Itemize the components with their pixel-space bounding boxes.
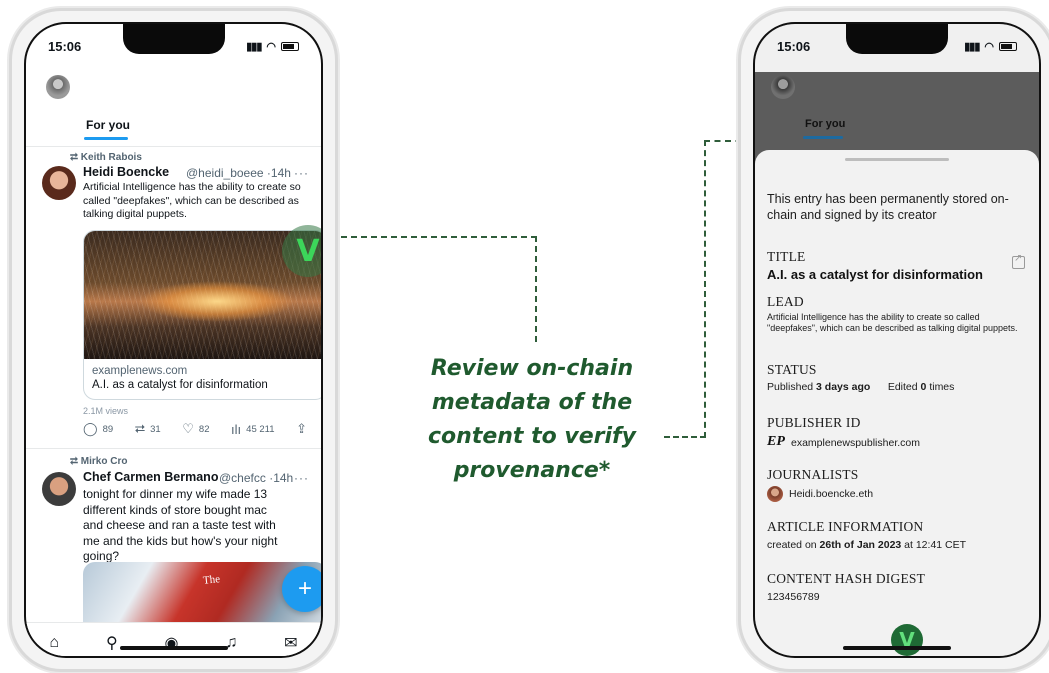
- profile-avatar[interactable]: [771, 75, 795, 99]
- retweet-button[interactable]: ⮂ 31: [135, 421, 161, 437]
- hash-value: 123456789: [767, 591, 820, 603]
- dimmed-feed: [755, 72, 1039, 156]
- avatar[interactable]: [42, 472, 76, 506]
- left-phone: 15:06 ▮▮▮ ◠ For you ⮂ Keith Rabois Heidi…: [9, 8, 338, 672]
- author-handle: @heidi_boeee ·14h: [186, 166, 291, 180]
- edit-count: 0: [920, 381, 927, 393]
- tweet-text: Artificial Intelligence has the ability …: [83, 181, 301, 220]
- publisher-value[interactable]: examplenewspublisher.com: [791, 437, 920, 449]
- left-phone-screen: 15:06 ▮▮▮ ◠ For you ⮂ Keith Rabois Heidi…: [24, 22, 323, 658]
- image-text: The: [202, 573, 221, 587]
- notch: [846, 24, 948, 54]
- published-ago: 3 days ago: [816, 381, 871, 393]
- views-count: 2.1M views: [83, 406, 129, 416]
- journalist-avatar: [767, 486, 783, 502]
- tweet-text: tonight for dinner my wife made 13 diffe…: [83, 487, 278, 563]
- compose-button[interactable]: +: [282, 566, 321, 612]
- signal-icon: ▮▮▮: [964, 40, 980, 53]
- analytics-icon: ılı: [231, 421, 242, 437]
- publisher-logo: EP: [767, 434, 785, 449]
- share-button[interactable]: ⇪: [296, 421, 307, 437]
- author-name[interactable]: Chef Carmen Bermano: [83, 470, 218, 484]
- home-indicator: [843, 646, 951, 650]
- battery-icon: [999, 41, 1017, 51]
- tab-indicator: [84, 137, 128, 140]
- connector-line: [341, 236, 537, 238]
- article-date: 26th of Jan 2023: [819, 539, 902, 551]
- reply-icon: ◯: [83, 421, 98, 436]
- title-label: TITLE: [767, 249, 806, 264]
- home-indicator: [119, 646, 228, 650]
- sheet-grabber[interactable]: [845, 158, 949, 161]
- mail-icon[interactable]: ✉: [284, 633, 297, 653]
- profile-avatar[interactable]: [46, 75, 70, 99]
- journalists-label: JOURNALISTS: [767, 467, 859, 482]
- checkmark-icon: V: [296, 233, 320, 269]
- more-icon[interactable]: ···: [294, 166, 309, 180]
- status-label: STATUS: [767, 362, 817, 377]
- notch: [122, 24, 225, 54]
- connector-line: [704, 140, 706, 438]
- tab-for-you[interactable]: For you: [86, 118, 130, 132]
- article-info-label: ARTICLE INFORMATION: [767, 519, 924, 534]
- retweet-indicator: ⮂ Mirko Cro: [70, 456, 128, 467]
- connector-line: [664, 436, 706, 438]
- external-link-icon[interactable]: [1012, 253, 1025, 269]
- article-info-value: created on 26th of Jan 2023 at 12:41 CET: [767, 539, 967, 551]
- sheet-intro: This entry has been permanently stored o…: [767, 192, 1009, 222]
- more-icon[interactable]: ···: [294, 471, 309, 485]
- wifi-icon: ◠: [984, 40, 994, 53]
- views-button[interactable]: ılı 45 211: [231, 421, 274, 437]
- author-handle: @chefcc ·14h: [219, 471, 294, 485]
- bottom-nav: ⌂ ⚲ ◉ ♫ ✉: [26, 622, 321, 656]
- card-title: A.I. as a catalyst for disinformation: [92, 379, 268, 391]
- home-icon[interactable]: ⌂: [49, 634, 59, 652]
- connector-line: [535, 236, 537, 342]
- author-name[interactable]: Heidi Boencke: [83, 165, 169, 179]
- status-icons: ▮▮▮ ◠: [246, 40, 299, 53]
- share-icon: ⇪: [296, 421, 307, 436]
- divider: [26, 146, 321, 147]
- avatar[interactable]: [42, 166, 76, 200]
- battery-icon: [281, 41, 299, 51]
- caption: Review on-chain metadata of the content …: [428, 356, 636, 483]
- tweet-actions: ◯ 89 ⮂ 31 ♡ 82 ılı 45 211 ⇪: [83, 421, 307, 437]
- journalist-value[interactable]: Heidi.boencke.eth: [789, 488, 873, 500]
- status-time: 15:06: [48, 38, 82, 54]
- title-value: A.I. as a catalyst for disinformation: [767, 267, 983, 282]
- tab-for-you[interactable]: For you: [805, 118, 845, 130]
- right-phone-screen: 15:06 ▮▮▮ ◠ For you This entry has been …: [753, 22, 1041, 658]
- signal-icon: ▮▮▮: [246, 40, 262, 53]
- publisher-label: PUBLISHER ID: [767, 415, 861, 430]
- tab-indicator: [803, 136, 843, 139]
- card-domain: examplenews.com: [92, 365, 188, 377]
- hash-label: CONTENT HASH DIGEST: [767, 571, 926, 586]
- status-value: Published 3 days ago Edited 0 times: [767, 381, 955, 393]
- heart-icon: ♡: [182, 421, 194, 436]
- lead-value: Artificial Intelligence has the ability …: [767, 312, 1018, 333]
- search-icon[interactable]: ⚲: [106, 633, 118, 653]
- retweet-icon: ⮂: [134, 421, 146, 436]
- lead-label: LEAD: [767, 294, 804, 309]
- status-icons: ▮▮▮ ◠: [964, 40, 1017, 53]
- retweet-indicator: ⮂ Keith Rabois: [70, 152, 142, 163]
- status-time: 15:06: [777, 38, 811, 54]
- verified-checkmark-icon[interactable]: V: [891, 624, 923, 656]
- right-phone: 15:06 ▮▮▮ ◠ For you This entry has been …: [738, 8, 1049, 672]
- divider: [26, 448, 321, 449]
- reply-button[interactable]: ◯ 89: [83, 421, 113, 437]
- provenance-sheet[interactable]: This entry has been permanently stored o…: [755, 150, 1039, 656]
- like-button[interactable]: ♡ 82: [182, 421, 209, 437]
- wifi-icon: ◠: [266, 40, 276, 53]
